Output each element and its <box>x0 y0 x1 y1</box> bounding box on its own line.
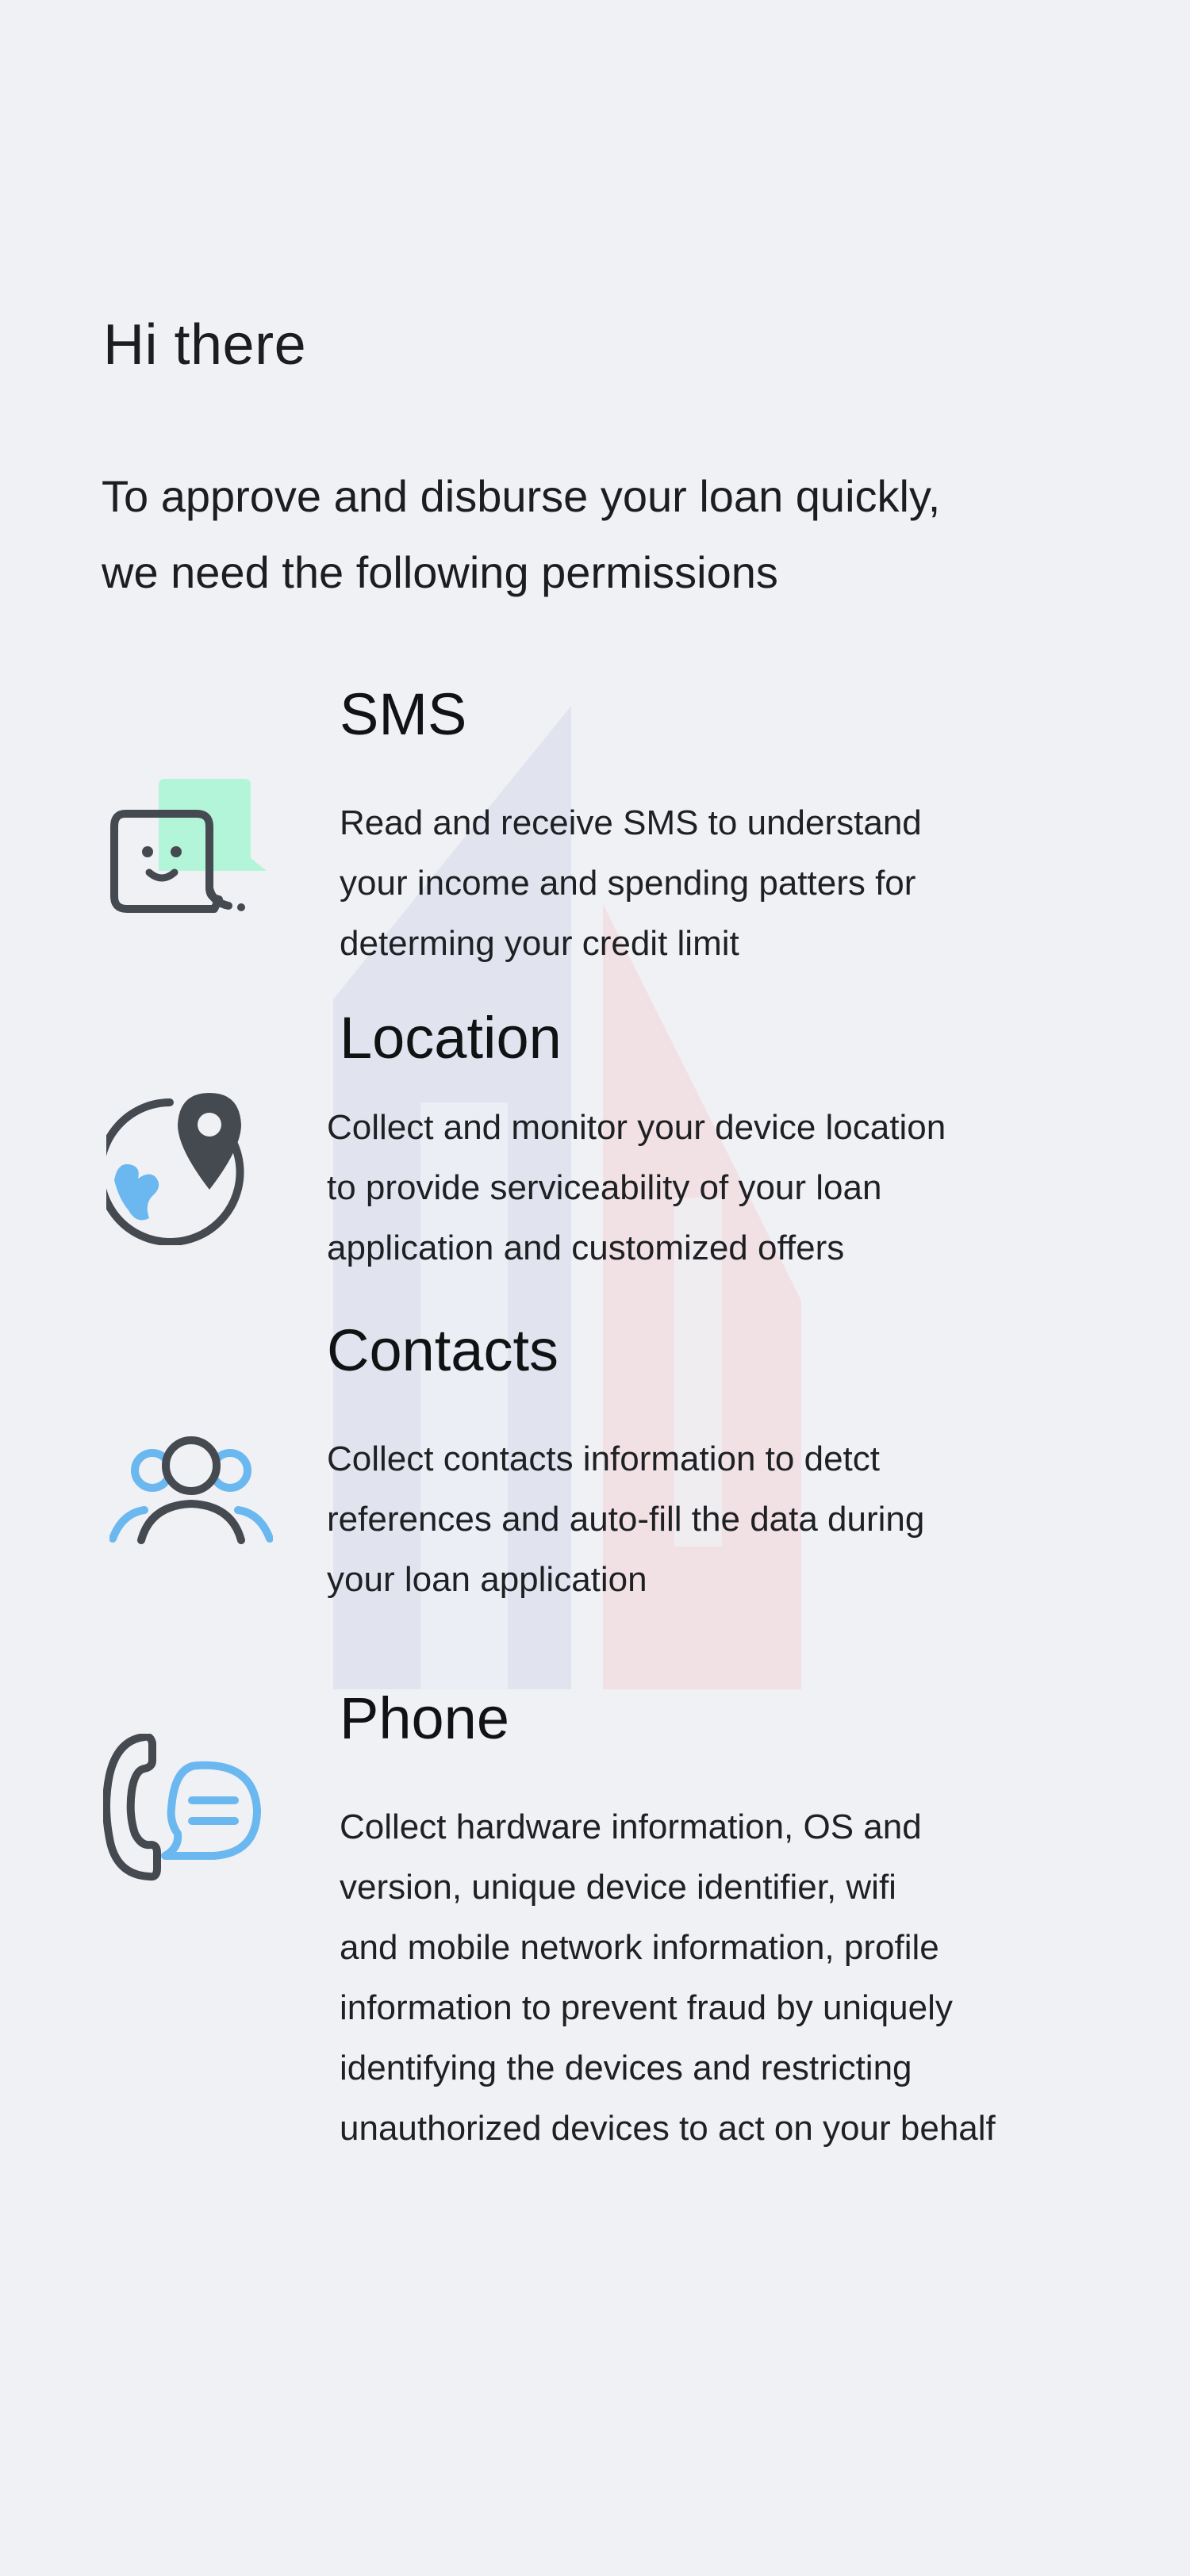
permission-title: Contacts <box>327 1317 559 1383</box>
permission-title: SMS <box>340 681 467 747</box>
permission-description: Collect and monitor your device location… <box>327 1108 946 1267</box>
phone-message-icon <box>103 1734 261 1881</box>
permission-description: Collect contacts information to detct re… <box>327 1439 925 1599</box>
permission-description: Read and receive SMS to understand your … <box>340 803 922 963</box>
greeting-title: Hi there <box>103 313 307 377</box>
permission-title: Phone <box>340 1685 509 1751</box>
permission-title: Location <box>340 1005 562 1071</box>
location-globe-icon <box>106 1093 244 1245</box>
sms-chat-icon <box>110 779 267 913</box>
contacts-people-icon <box>109 1436 273 1544</box>
permission-description: Collect hardware information, OS and ver… <box>340 1807 996 2148</box>
intro-text: To approve and disburse your loan quickl… <box>102 471 941 597</box>
